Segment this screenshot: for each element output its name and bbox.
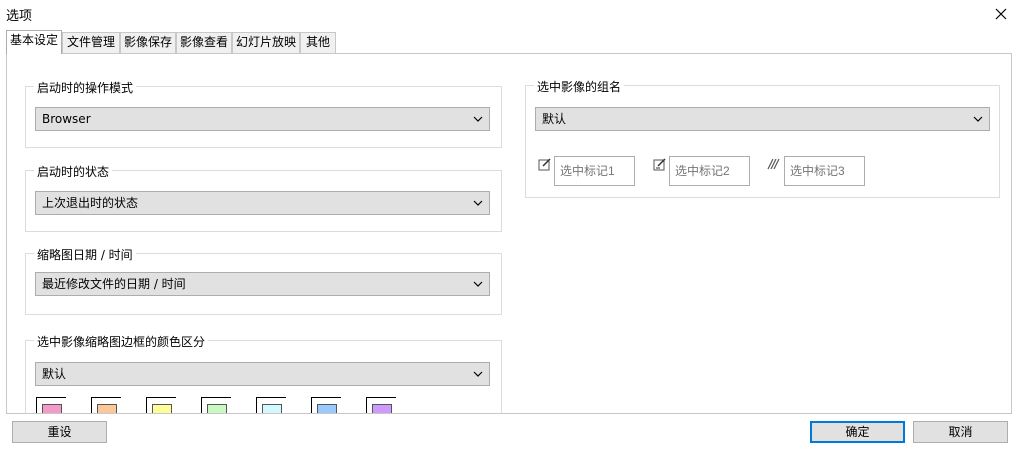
- group-border-color: 选中影像缩略图边框的颜色区分 默认: [25, 333, 502, 413]
- swatch-fill: [372, 404, 392, 413]
- tab-image-save[interactable]: 影像保存: [120, 32, 176, 53]
- startup-state-label: 启动时的状态: [34, 163, 113, 180]
- close-button[interactable]: [984, 0, 1018, 28]
- startup-mode-select[interactable]: Browser: [35, 107, 490, 131]
- swatch-fill: [42, 404, 62, 413]
- group-startup-state: 启动时的状态 上次退出时的状态: [25, 163, 502, 232]
- chevron-down-icon: [473, 281, 483, 287]
- pencil-icon: [653, 158, 666, 171]
- swatch-fill: [97, 404, 117, 413]
- selection-mark-3-input[interactable]: [784, 156, 865, 186]
- color-swatch-1[interactable]: [36, 397, 66, 413]
- selection-mark-1-input[interactable]: [554, 156, 635, 186]
- border-color-value: 默认: [42, 367, 67, 381]
- startup-mode-value: Browser: [42, 112, 91, 126]
- group-startup-mode: 启动时的操作模式 Browser: [25, 79, 502, 148]
- group-name-select[interactable]: 默认: [535, 107, 990, 131]
- reset-button[interactable]: 重设: [12, 421, 107, 443]
- tab-other[interactable]: 其他: [300, 32, 336, 53]
- border-color-select[interactable]: 默认: [35, 362, 490, 386]
- startup-state-value: 上次退出时的状态: [42, 196, 139, 210]
- swatch-fill: [207, 404, 227, 413]
- tab-basic-settings[interactable]: 基本设定: [6, 30, 62, 54]
- chevron-down-icon: [473, 200, 483, 206]
- swatch-fill: [152, 404, 172, 413]
- ok-button[interactable]: 确定: [810, 421, 905, 443]
- pencil-icon: [538, 158, 551, 171]
- title-bar: 选项: [0, 0, 1018, 28]
- thumbnail-date-select[interactable]: 最近修改文件的日期 / 时间: [35, 272, 490, 296]
- swatch-fill: [317, 404, 337, 413]
- group-selected-group-name: 选中影像的组名 默认: [525, 78, 1000, 198]
- chevron-down-icon: [473, 116, 483, 122]
- close-icon: [995, 8, 1007, 20]
- border-color-label: 选中影像缩略图边框的颜色区分: [34, 333, 209, 350]
- color-swatch-7[interactable]: [366, 397, 396, 413]
- chevron-down-icon: [973, 116, 983, 122]
- chevron-down-icon: [473, 371, 483, 377]
- color-swatch-2[interactable]: [91, 397, 121, 413]
- window-title: 选项: [6, 9, 33, 24]
- tab-slideshow[interactable]: 幻灯片放映: [232, 32, 300, 53]
- thumbnail-date-label: 缩略图日期 / 时间: [34, 246, 136, 263]
- color-swatch-4[interactable]: [201, 397, 231, 413]
- swatch-fill: [262, 404, 282, 413]
- color-swatch-6[interactable]: [311, 397, 341, 413]
- hatch-icon: [767, 158, 780, 170]
- startup-state-select[interactable]: 上次退出时的状态: [35, 191, 490, 215]
- thumbnail-date-value: 最近修改文件的日期 / 时间: [42, 277, 186, 291]
- selection-mark-2-input[interactable]: [669, 156, 750, 186]
- group-thumbnail-date: 缩略图日期 / 时间 最近修改文件的日期 / 时间: [25, 246, 502, 315]
- tab-image-view[interactable]: 影像查看: [176, 32, 232, 53]
- settings-panel: 启动时的操作模式 Browser 启动时的状态 上次退出时的状态 缩略图日期 /…: [6, 53, 1012, 414]
- group-name-label: 选中影像的组名: [534, 78, 625, 95]
- group-name-value: 默认: [542, 112, 567, 126]
- color-swatch-5[interactable]: [256, 397, 286, 413]
- color-swatch-3[interactable]: [146, 397, 176, 413]
- tab-file-management[interactable]: 文件管理: [62, 32, 120, 53]
- cancel-button[interactable]: 取消: [913, 421, 1008, 443]
- startup-mode-label: 启动时的操作模式: [34, 79, 137, 96]
